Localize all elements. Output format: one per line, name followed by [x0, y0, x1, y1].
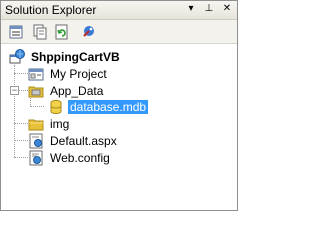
- tree-line: [14, 140, 28, 141]
- show-all-files-icon: [33, 24, 47, 40]
- solution-explorer-window: Solution Explorer ▾ ⊥ ✕ ShppingCartVB My…: [0, 0, 238, 211]
- config-file-icon: [29, 150, 43, 166]
- tree-line: [14, 73, 28, 74]
- dropdown-button[interactable]: ▾: [185, 2, 197, 16]
- properties-button[interactable]: [7, 23, 25, 41]
- tree-item-database[interactable]: database.mdb: [48, 99, 149, 115]
- auto-hide-pin-button[interactable]: ⊥: [203, 2, 215, 16]
- tree-line: [14, 65, 15, 157]
- refresh-icon: [55, 24, 68, 40]
- title-buttons: ▾ ⊥ ✕: [185, 2, 233, 16]
- tree-line: [14, 157, 28, 158]
- tree-line: [14, 123, 28, 124]
- my-project-icon: [28, 68, 44, 81]
- solution-tree: ShppingCartVB My Project − App_Data data…: [1, 45, 237, 210]
- window-title: Solution Explorer: [5, 3, 97, 17]
- tree-item-default-aspx[interactable]: Default.aspx: [28, 133, 119, 149]
- collapse-app-data-toggle[interactable]: −: [10, 86, 19, 95]
- tree-item-label: Default.aspx: [50, 134, 117, 148]
- tree-line: [30, 106, 44, 107]
- properties-icon: [9, 25, 23, 39]
- tree-item-img[interactable]: img: [28, 116, 71, 132]
- copy-website-button[interactable]: [79, 23, 97, 41]
- tree-item-label: My Project: [50, 67, 107, 81]
- database-icon: [50, 100, 62, 114]
- tree-item-project[interactable]: ShppingCartVB: [9, 49, 122, 65]
- tree-line: [19, 90, 28, 91]
- refresh-button[interactable]: [53, 23, 71, 41]
- special-folder-icon: [28, 86, 44, 98]
- project-label: ShppingCartVB: [31, 50, 120, 64]
- aspx-page-icon: [29, 133, 43, 149]
- website-project-icon: [9, 49, 25, 64]
- toolbar: [1, 20, 237, 44]
- tree-item-label: App_Data: [50, 84, 104, 98]
- show-all-files-button[interactable]: [31, 23, 49, 41]
- tree-item-label: database.mdb: [68, 100, 149, 114]
- title-bar: Solution Explorer ▾ ⊥ ✕: [1, 1, 237, 20]
- tree-item-label: Web.config: [50, 151, 110, 165]
- tree-item-app-data[interactable]: App_Data: [28, 83, 105, 99]
- tree-item-label: img: [50, 117, 70, 131]
- tree-item-my-project[interactable]: My Project: [28, 66, 109, 82]
- tree-item-web-config[interactable]: Web.config: [28, 150, 112, 166]
- copy-website-icon: [83, 26, 94, 37]
- close-button[interactable]: ✕: [221, 2, 233, 16]
- folder-icon: [28, 119, 44, 131]
